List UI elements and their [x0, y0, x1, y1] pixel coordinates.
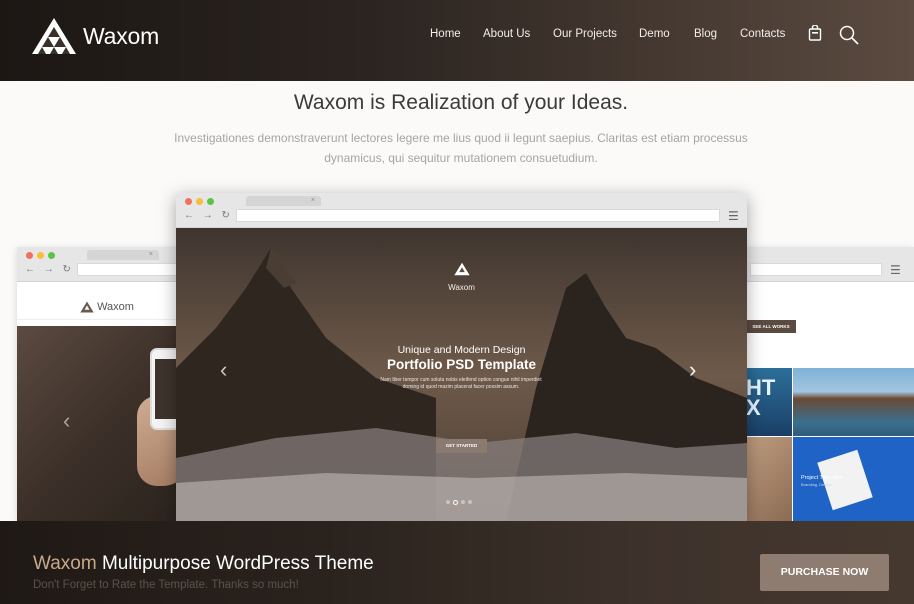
browser-nav-arrows-icon: ← → ↻ — [25, 264, 74, 275]
cart-icon[interactable] — [808, 25, 822, 41]
browser-tab: × — [246, 196, 321, 206]
chevron-left-icon[interactable]: ‹ — [220, 359, 227, 381]
mock-right-content: SEE ALL WORKS HT X Project Title Here Bra… — [720, 283, 914, 522]
menu-icon: ☰ — [728, 209, 739, 223]
get-started-button[interactable]: GET STARTED — [436, 439, 487, 453]
hero-logo-text: Waxom — [448, 283, 475, 292]
logo[interactable]: Waxom — [31, 17, 159, 55]
cta-title-accent: Waxom — [33, 553, 97, 574]
browser-mockup-left: × ← → ↻ Waxom ‹ — [17, 247, 197, 522]
url-bar — [236, 209, 720, 222]
nav-blog[interactable]: Blog — [694, 28, 717, 40]
search-icon[interactable] — [839, 25, 859, 45]
cta-title-rest: Multipurpose WordPress Theme — [96, 553, 374, 574]
logo-text: Waxom — [83, 22, 160, 49]
mock-left-logo-text: Waxom — [97, 300, 134, 313]
hero-logo: Waxom — [176, 262, 747, 292]
logo-triangle-icon — [453, 262, 470, 276]
hero-title: Portfolio PSD Template — [386, 357, 536, 372]
portfolio-tile-rock — [793, 368, 914, 436]
site-header: Waxom Home About Us Our Projects Demo Bl… — [0, 0, 914, 81]
hero-slider: Waxom Unique and Modern Design Portfolio… — [176, 228, 747, 522]
slider-dot[interactable] — [468, 500, 472, 504]
hero-subtitle: Unique and Modern Design — [397, 344, 526, 356]
footer-cta: Waxom Multipurpose WordPress Theme Don't… — [0, 521, 914, 604]
project-title: Project Title Here — [801, 475, 844, 481]
browser-chrome: × ← → ↻ — [17, 247, 197, 282]
mock-left-logo: Waxom — [17, 294, 197, 320]
mock-left-hero: ‹ — [17, 326, 197, 522]
chevron-left-icon: ‹ — [63, 408, 71, 433]
hero-description: Nam liber tempor cum soluta nobis eleife… — [380, 377, 542, 390]
browser-nav-arrows-icon: ← → ↻ — [184, 210, 233, 221]
browser-tab: × — [87, 250, 159, 260]
nav-about-us[interactable]: About Us — [483, 28, 530, 40]
nav-demo[interactable]: Demo — [639, 28, 670, 40]
see-all-works-button: SEE ALL WORKS — [746, 320, 796, 333]
slider-dot[interactable] — [446, 500, 450, 504]
purchase-now-button[interactable]: PURCHASE NOW — [760, 554, 889, 591]
nav-our-projects[interactable]: Our Projects — [553, 28, 617, 40]
intro-text: Investigationes demonstraverunt lectores… — [174, 131, 748, 165]
menu-icon: ☰ — [890, 263, 901, 277]
browser-chrome: × ← → ↻ ☰ — [176, 193, 747, 228]
browser-mockup-right: ☰ SEE ALL WORKS HT X Project Title Here B… — [720, 247, 914, 522]
cta-title: Waxom Multipurpose WordPress Theme — [33, 553, 374, 575]
logo-triangle-icon — [32, 18, 76, 54]
slider-dots — [446, 499, 472, 505]
chevron-right-icon[interactable]: › — [689, 359, 696, 381]
nav-home[interactable]: Home — [430, 28, 461, 40]
intro-title: Waxom is Realization of your Ideas. — [293, 91, 629, 114]
slider-dot-active[interactable] — [453, 499, 458, 505]
project-category: Branding, Design — [801, 482, 832, 487]
slider-dot[interactable] — [461, 500, 465, 504]
cta-subtitle: Don't Forget to Rate the Template. Thank… — [33, 579, 299, 591]
mock-topline — [17, 282, 197, 294]
nav-contacts[interactable]: Contacts — [740, 28, 785, 40]
browser-chrome: ☰ — [720, 247, 914, 282]
browser-mockup-main: × ← → ↻ ☰ Waxom Unique and Modern Design… — [176, 193, 747, 522]
url-bar — [77, 263, 192, 276]
url-bar — [750, 263, 882, 276]
logo-triangle-icon — [80, 301, 94, 312]
